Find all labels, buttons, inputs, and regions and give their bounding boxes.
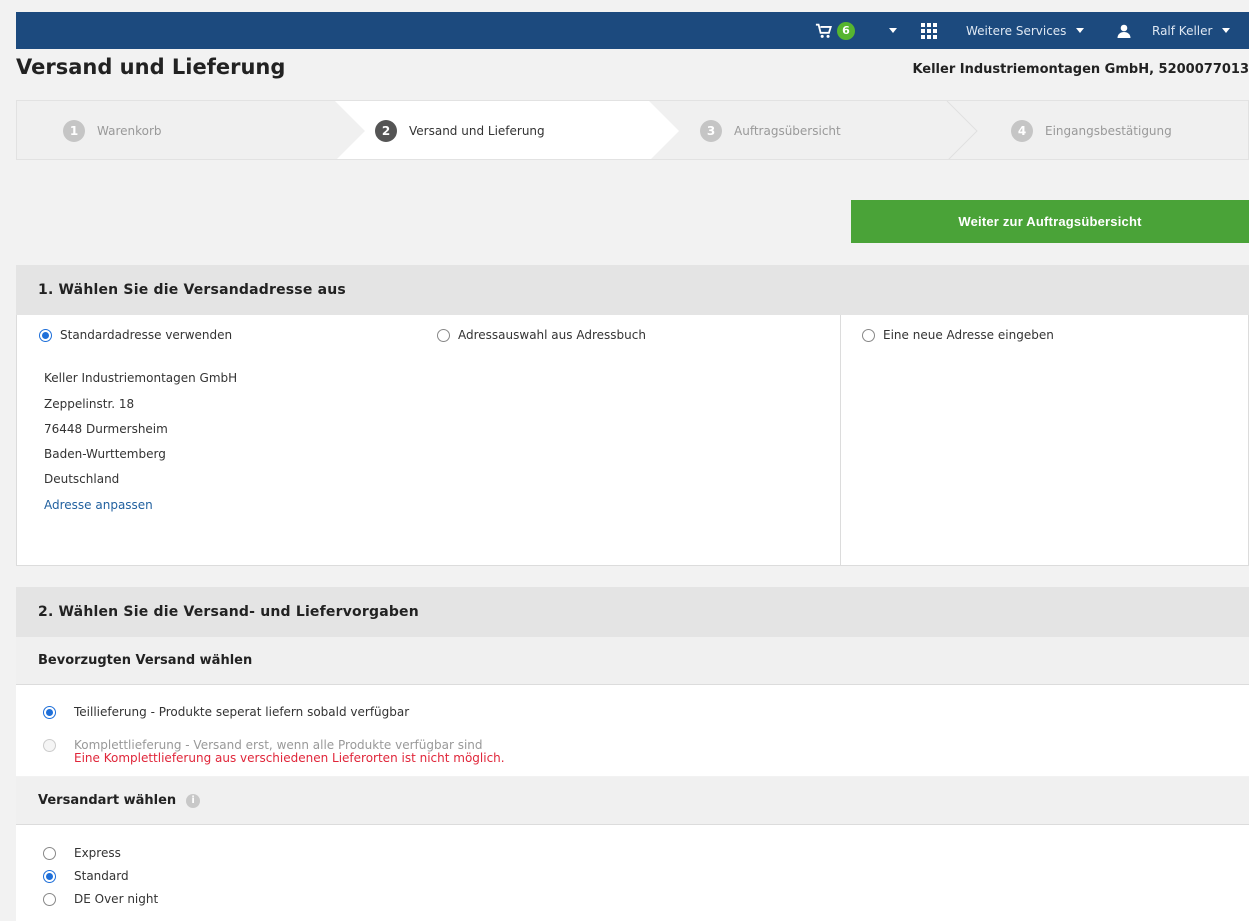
shipping-method-heading: Versandart wählen i	[16, 777, 1249, 825]
radio-standard[interactable]: Standard	[43, 869, 129, 883]
section-address-heading: 1. Wählen Sie die Versandadresse aus	[16, 265, 1249, 315]
radio-button[interactable]	[862, 328, 875, 342]
user-menu[interactable]: Ralf Keller	[1116, 12, 1231, 49]
radio-label: Standardadresse verwenden	[60, 328, 233, 342]
radio-complete-delivery: Komplettlieferung - Versand erst, wenn a…	[43, 738, 483, 752]
chevron-down-icon	[1222, 28, 1231, 33]
radio-button[interactable]	[43, 846, 56, 860]
services-menu[interactable]: Weitere Services	[966, 12, 1085, 49]
step-versand: 2 Versand und Lieferung	[375, 101, 545, 159]
shipping-method-heading-text: Versandart wählen	[38, 793, 177, 808]
step-warenkorb[interactable]: 1 Warenkorb	[63, 101, 162, 159]
apps-grid-icon	[921, 22, 937, 39]
page-title: Versand und Lieferung	[16, 55, 286, 79]
radio-button[interactable]	[43, 892, 56, 906]
step-label: Eingangsbestätigung	[1045, 124, 1172, 138]
preferred-shipping-heading: Bevorzugten Versand wählen	[16, 637, 1249, 685]
radio-label: Komplettlieferung - Versand erst, wenn a…	[74, 738, 483, 752]
user-icon	[1117, 24, 1131, 38]
radio-label: Teillieferung - Produkte seperat liefern…	[74, 705, 410, 719]
continue-to-order-summary-button[interactable]: Weiter zur Auftragsübersicht	[851, 200, 1249, 243]
radio-address-book[interactable]: Adressauswahl aus Adressbuch	[437, 328, 646, 342]
radio-label: Eine neue Adresse eingeben	[883, 328, 1054, 342]
radio-label: Adressauswahl aus Adressbuch	[458, 328, 646, 342]
address-city: 76448 Durmersheim	[44, 422, 168, 436]
step-number: 3	[700, 120, 722, 142]
step-number: 1	[63, 120, 85, 142]
radio-partial-delivery[interactable]: Teillieferung - Produkte seperat liefern…	[43, 705, 409, 719]
step-number: 4	[1011, 120, 1033, 142]
step-label: Auftragsübersicht	[734, 124, 841, 138]
step-eingangsbestaetigung: 4 Eingangsbestätigung	[1011, 101, 1172, 159]
services-menu-label: Weitere Services	[966, 23, 1067, 38]
cart-count-badge: 6	[837, 21, 855, 40]
radio-express[interactable]: Express	[43, 846, 121, 860]
radio-label: Standard	[74, 869, 129, 883]
step-number: 2	[375, 120, 397, 142]
radio-de-over-night[interactable]: DE Over night	[43, 892, 158, 906]
address-panel	[16, 315, 1249, 566]
shopping-cart-icon	[815, 23, 832, 38]
page: 6 Weitere Services Ralf Keller Versand u…	[0, 0, 1249, 921]
user-name: Ralf Keller	[1152, 23, 1213, 38]
address-region: Baden-Wurttemberg	[44, 447, 166, 461]
account-info: Keller Industriemontagen GmbH, 520007701…	[912, 62, 1249, 77]
address-street: Zeppelinstr. 18	[44, 397, 135, 411]
cart-dropdown-toggle[interactable]	[889, 12, 897, 49]
panel-divider	[840, 315, 841, 565]
radio-button[interactable]	[437, 328, 450, 342]
radio-label: DE Over night	[74, 892, 159, 906]
step-label: Versand und Lieferung	[409, 124, 545, 138]
radio-new-address[interactable]: Eine neue Adresse eingeben	[862, 328, 1054, 342]
top-nav-bar: 6 Weitere Services Ralf Keller	[16, 12, 1249, 49]
checkout-progress: 1 Warenkorb 2 Versand und Lieferung 3 Au…	[16, 100, 1249, 160]
shipping-method-options	[16, 825, 1249, 921]
chevron-down-icon	[1076, 28, 1085, 33]
radio-standard-address[interactable]: Standardadresse verwenden	[39, 328, 232, 342]
radio-button-selected[interactable]	[39, 328, 52, 342]
apps-grid-button[interactable]	[921, 12, 937, 49]
chevron-down-icon	[889, 28, 897, 33]
radio-button-disabled	[43, 738, 56, 752]
complete-delivery-error: Eine Komplettlieferung aus verschiedenen…	[74, 751, 505, 765]
step-label: Warenkorb	[97, 124, 162, 138]
cart-button[interactable]: 6	[815, 12, 855, 49]
section-shipping-heading: 2. Wählen Sie die Versand- und Liefervor…	[16, 587, 1249, 637]
step-auftragsuebersicht: 3 Auftragsübersicht	[700, 101, 841, 159]
address-country: Deutschland	[44, 472, 120, 486]
address-company: Keller Industriemontagen GmbH	[44, 371, 238, 385]
edit-address-link[interactable]: Adresse anpassen	[44, 498, 153, 512]
radio-label: Express	[74, 846, 121, 860]
radio-button-selected[interactable]	[43, 705, 56, 719]
info-icon[interactable]: i	[186, 793, 201, 808]
radio-button-selected[interactable]	[43, 869, 56, 883]
